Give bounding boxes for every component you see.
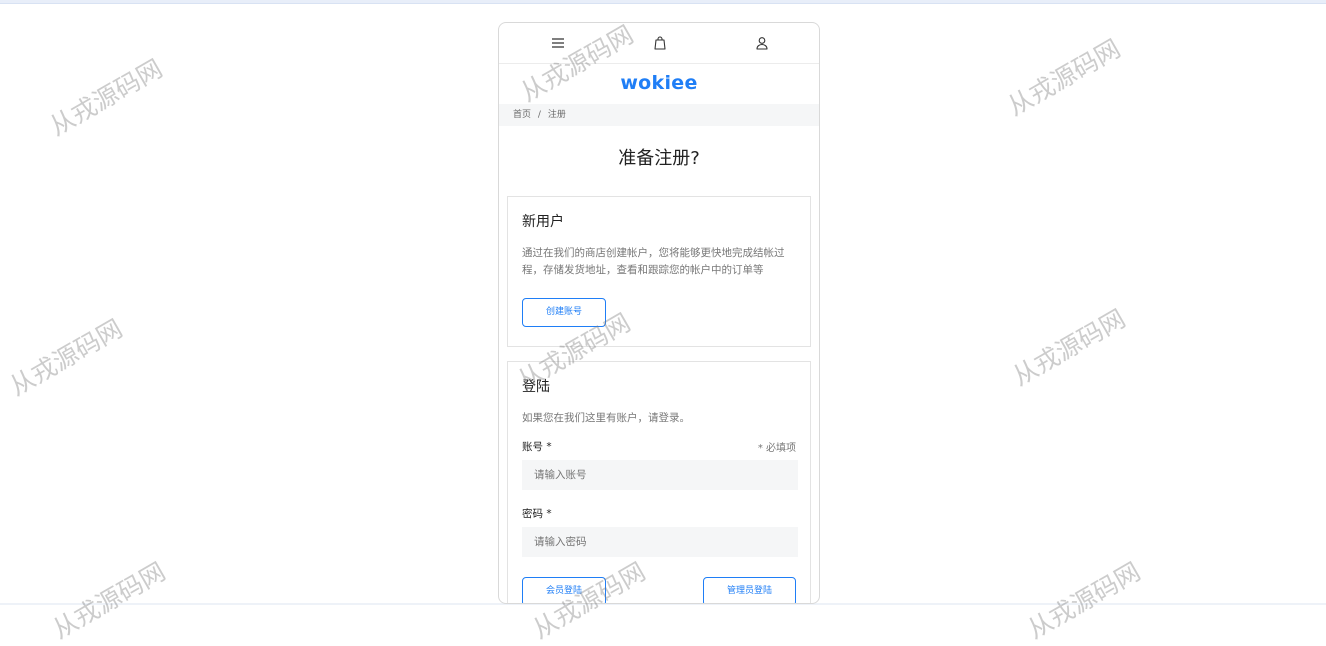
top-border <box>0 0 1326 4</box>
breadcrumb-separator: / <box>537 110 541 120</box>
create-account-button[interactable]: 创建账号 <box>522 298 606 327</box>
breadcrumb-current: 注册 <box>547 110 566 120</box>
new-user-description: 通过在我们的商店创建帐户，您将能够更快地完成结帐过程，存储发货地址，查看和跟踪您… <box>522 247 785 276</box>
watermark: 从戎源码网 <box>1002 33 1126 122</box>
watermark: 从戎源码网 <box>4 313 128 402</box>
breadcrumb: 首页 / 注册 <box>499 104 819 126</box>
shopping-bag-icon[interactable] <box>652 35 668 51</box>
login-heading: 登陆 <box>522 379 550 395</box>
password-label: 密码 * <box>522 508 552 520</box>
required-note: * 必填项 <box>757 443 796 454</box>
login-description: 如果您在我们这里有账户，请登录。 <box>522 412 690 424</box>
member-login-button[interactable]: 会员登陆 <box>522 577 606 603</box>
mobile-frame: wokiee 首页 / 注册 准备注册? 新用户 通过在我们的商店创建帐户，您将… <box>498 22 820 604</box>
account-label: 账号 * <box>522 441 552 453</box>
user-icon[interactable] <box>754 35 770 51</box>
login-buttons: 会员登陆 管理员登陆 <box>522 577 796 603</box>
new-user-card: 新用户 通过在我们的商店创建帐户，您将能够更快地完成结帐过程，存储发货地址，查看… <box>507 196 811 347</box>
brand-logo[interactable]: wokiee <box>499 64 819 104</box>
login-card: 登陆 如果您在我们这里有账户，请登录。 账号 * * 必填项 密码 * 会员登陆… <box>507 361 811 603</box>
icon-bar <box>499 23 819 64</box>
watermark: 从戎源码网 <box>44 53 168 142</box>
password-label-row: 密码 * <box>522 506 796 521</box>
watermark: 从戎源码网 <box>1022 556 1146 645</box>
page-title: 准备注册? <box>618 148 700 169</box>
account-label-row: 账号 * * 必填项 <box>522 439 796 454</box>
menu-icon[interactable] <box>550 35 566 51</box>
account-input[interactable] <box>522 460 798 490</box>
breadcrumb-home[interactable]: 首页 <box>513 110 531 120</box>
admin-login-button[interactable]: 管理员登陆 <box>703 577 796 603</box>
password-input[interactable] <box>522 527 798 557</box>
watermark: 从戎源码网 <box>1007 303 1131 392</box>
new-user-heading: 新用户 <box>522 214 564 230</box>
watermark: 从戎源码网 <box>47 556 171 645</box>
